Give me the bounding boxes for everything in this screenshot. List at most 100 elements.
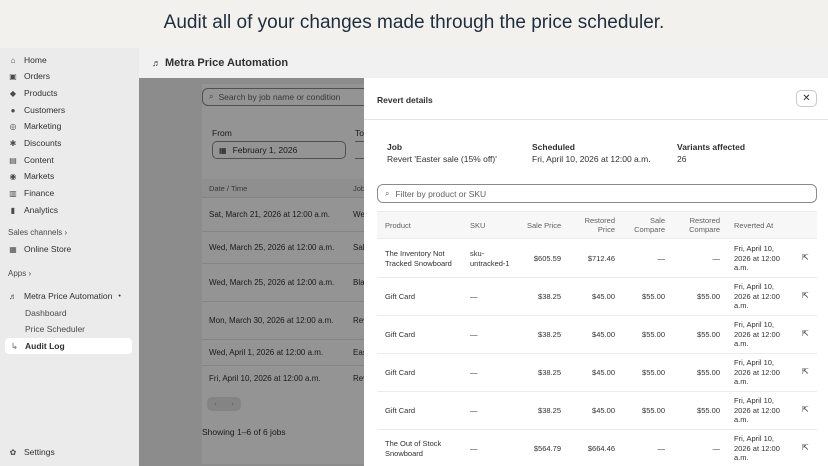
cell-sku: sku-untracked-1 — [470, 249, 510, 268]
sidebar: ⌂ Home ▣ Orders ◆ Products ● Customers ◎ Mark… — [0, 48, 139, 466]
globe-icon: ◉ — [9, 171, 17, 181]
cell-restored-compare: — — [712, 444, 721, 453]
table-row[interactable]: Gift Card — $38.25 $45.00 $55.00 $55.00 Fri, A… — [377, 278, 817, 316]
sidebar-item-products[interactable]: ◆ Products — [8, 85, 58, 101]
cell-sale-price: $38.25 — [538, 292, 561, 301]
sidebar-item-content[interactable]: ▤ Content — [8, 152, 54, 168]
scheduled-label: Scheduled — [532, 142, 575, 152]
external-link-icon[interactable]: ⇱ — [802, 329, 809, 339]
sidebar-item-label: Home — [24, 55, 47, 65]
sidebar-item-label: Discounts — [24, 138, 62, 148]
cell-sale-compare: — — [657, 254, 666, 263]
content-icon: ▤ — [9, 155, 17, 165]
chevron-right-icon: › — [28, 269, 32, 278]
cell-sale-compare: $55.00 — [642, 330, 665, 339]
target-icon: ◎ — [9, 121, 17, 131]
cell-restored-price: $45.00 — [592, 406, 615, 415]
sidebar-item-label: Analytics — [24, 205, 59, 215]
sidebar-item-label: Content — [24, 155, 54, 165]
sidebar-item-label: Products — [24, 88, 58, 98]
cell-product: Gift Card — [385, 292, 416, 301]
divider — [364, 119, 828, 120]
cell-sale-compare: $55.00 — [642, 368, 665, 377]
cell-sale-compare: $55.00 — [642, 292, 665, 301]
headline: Audit all of your changes made through t… — [163, 12, 665, 33]
cell-sku: — — [470, 330, 478, 339]
external-link-icon[interactable]: ⇱ — [802, 443, 809, 453]
sidebar-item-metra-app[interactable]: ♬ Metra Price Automation • — [8, 288, 121, 304]
tag-icon: ◆ — [9, 88, 17, 98]
sidebar-item-analytics[interactable]: ▮ Analytics — [8, 202, 58, 218]
cell-sku: — — [470, 368, 478, 377]
cell-reverted-at: Fri, April 10, 2026 at 12:00 a.m. — [734, 244, 780, 272]
job-label: Job — [387, 142, 403, 152]
table-row[interactable]: The Out of Stock Snowboard — $564.79 $664.46… — [377, 430, 817, 466]
sidebar-item-label: Finance — [24, 188, 55, 198]
sidebar-item-label: Metra Price Automation — [24, 291, 113, 301]
job-value: Revert 'Easter sale (15% off)' — [387, 154, 497, 164]
sidebar-item-discounts[interactable]: ✱ Discounts — [8, 135, 62, 151]
apps-heading[interactable]: Apps › — [8, 269, 31, 278]
cell-reverted-at: Fri, April 10, 2026 at 12:00 a.m. — [734, 434, 780, 462]
cell-sale-compare: $55.00 — [642, 406, 665, 415]
external-link-icon[interactable]: ⇱ — [802, 253, 809, 263]
cell-sku: — — [470, 406, 478, 415]
panel-title: Revert details — [377, 95, 433, 105]
col-sale-compare: Sale Compare — [634, 216, 665, 234]
sidebar-sub-dashboard[interactable]: Dashboard — [25, 308, 67, 318]
sidebar-item-label: Marketing — [24, 121, 62, 131]
table-row[interactable]: Gift Card — $38.25 $45.00 $55.00 $55.00 Fri, A… — [377, 316, 817, 354]
table-row[interactable]: Gift Card — $38.25 $45.00 $55.00 $55.00 Fri, A… — [377, 354, 817, 392]
sidebar-item-label: Markets — [24, 171, 55, 181]
sidebar-item-orders[interactable]: ▣ Orders — [8, 68, 50, 84]
sidebar-sub-price-scheduler[interactable]: Price Scheduler — [25, 324, 85, 334]
external-link-icon[interactable]: ⇱ — [802, 367, 809, 377]
sales-channels-heading[interactable]: Sales channels › — [8, 228, 67, 237]
external-link-icon[interactable]: ⇱ — [802, 291, 809, 301]
cell-sale-price: $38.25 — [538, 368, 561, 377]
close-button[interactable]: ✕ — [796, 90, 817, 107]
sidebar-item-markets[interactable]: ◉ Markets — [8, 168, 55, 184]
col-sku: SKU — [470, 221, 486, 230]
close-icon: ✕ — [802, 93, 811, 104]
cell-restored-price: $712.46 — [587, 254, 615, 263]
store-icon: ▦ — [9, 244, 17, 254]
gear-icon: ✿ — [9, 447, 17, 457]
sidebar-item-finance[interactable]: ▥ Finance — [8, 185, 54, 201]
cell-sku: — — [470, 444, 478, 453]
page-title: Metra Price Automation — [165, 57, 289, 69]
cell-restored-compare: $55.00 — [697, 406, 720, 415]
sidebar-item-home[interactable]: ⌂ Home — [8, 52, 47, 68]
sidebar-item-label: Orders — [24, 71, 50, 81]
sidebar-item-label: Customers — [24, 105, 66, 115]
cell-sale-price: $564.79 — [533, 444, 561, 453]
cell-restored-price: $45.00 — [592, 292, 615, 301]
cell-restored-price: $664.46 — [587, 444, 615, 453]
external-link-icon[interactable]: ⇱ — [802, 405, 809, 415]
table-row[interactable]: Gift Card — $38.25 $45.00 $55.00 $55.00 Fri, A… — [377, 392, 817, 430]
col-restored-price: Restored Price — [584, 216, 615, 234]
home-icon: ⌂ — [10, 55, 16, 65]
col-reverted-at: Reverted At — [734, 221, 774, 230]
cell-sale-compare: — — [657, 444, 666, 453]
sidebar-item-label: Settings — [24, 447, 55, 457]
cell-restored-compare: — — [712, 254, 721, 263]
orders-icon: ▣ — [9, 71, 17, 81]
app-icon: ♬ — [152, 58, 161, 68]
app-icon: ♬ — [9, 291, 17, 301]
filter-input[interactable]: ⌕ Filter by product or SKU — [377, 184, 817, 203]
cell-sale-price: $38.25 — [538, 406, 561, 415]
sidebar-item-settings[interactable]: ✿ Settings — [8, 444, 55, 460]
cell-restored-compare: $55.00 — [697, 330, 720, 339]
table-row[interactable]: The Inventory Not Tracked Snowboard sku-un… — [377, 240, 817, 278]
sidebar-item-marketing[interactable]: ◎ Marketing — [8, 118, 62, 134]
cell-sale-price: $605.59 — [533, 254, 561, 263]
chevron-right-icon: › — [64, 228, 68, 237]
sidebar-item-online-store[interactable]: ▦ Online Store — [8, 241, 71, 257]
sidebar-item-customers[interactable]: ● Customers — [8, 102, 66, 118]
sidebar-sub-audit-log[interactable]: ↳ Audit Log — [11, 341, 65, 351]
cell-restored-price: $45.00 — [592, 330, 615, 339]
cell-restored-price: $45.00 — [592, 368, 615, 377]
cell-reverted-at: Fri, April 10, 2026 at 12:00 a.m. — [734, 282, 780, 310]
cell-reverted-at: Fri, April 10, 2026 at 12:00 a.m. — [734, 396, 780, 424]
